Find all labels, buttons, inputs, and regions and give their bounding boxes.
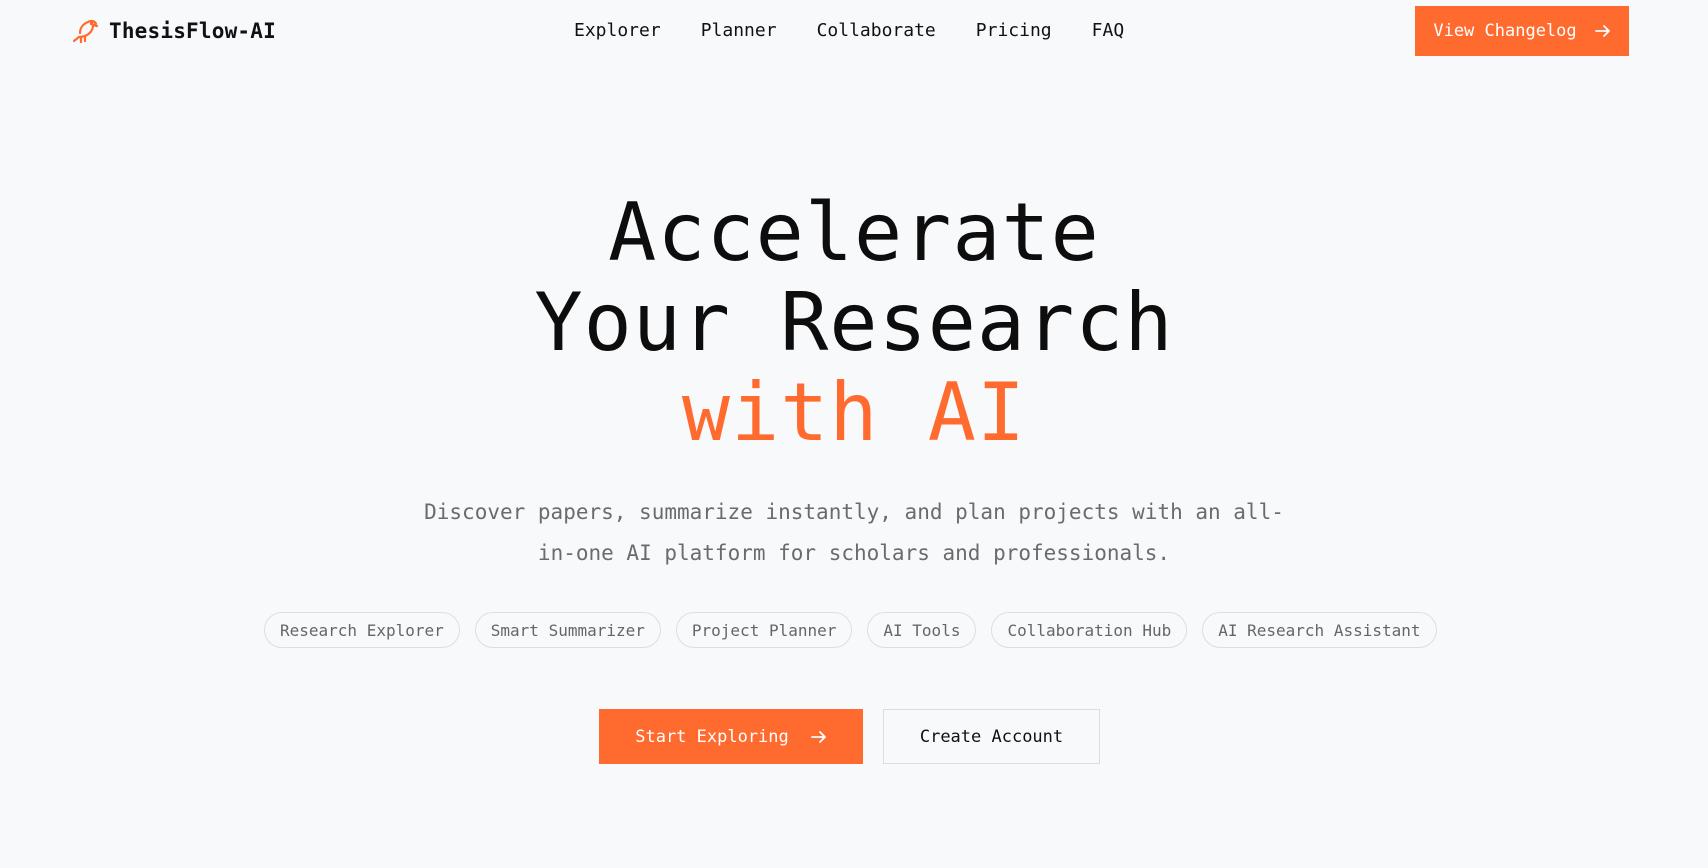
nav-link-faq[interactable]: FAQ [1092, 20, 1125, 41]
hero-subtitle: Discover papers, summarize instantly, an… [424, 500, 1284, 565]
chip-smart-summarizer[interactable]: Smart Summarizer [474, 612, 661, 648]
view-changelog-button[interactable]: View Changelog [1415, 6, 1629, 56]
cta-row: Start Exploring Create Account [599, 709, 1100, 764]
create-account-label: Create Account [919, 726, 1064, 747]
create-account-button[interactable]: Create Account [883, 709, 1100, 764]
arrow-right-icon [1594, 24, 1611, 38]
hero-title-accent: with AI [681, 366, 1027, 459]
start-exploring-button[interactable]: Start Exploring [599, 709, 863, 764]
hero-title: Accelerate Your Research with AI [0, 188, 1708, 458]
view-changelog-label: View Changelog [1433, 21, 1577, 41]
brand-name: ThesisFlow-AI [109, 19, 276, 43]
bird-icon [71, 18, 99, 44]
hero-section: Accelerate Your Research with AI Discove… [0, 188, 1708, 574]
top-navbar: ThesisFlow-AI Explorer Planner Collabora… [0, 0, 1708, 62]
nav-link-collaborate[interactable]: Collaborate [817, 20, 936, 41]
nav-link-explorer[interactable]: Explorer [574, 20, 661, 41]
hero-title-line-2: Your Research [534, 276, 1174, 369]
chip-collaboration-hub[interactable]: Collaboration Hub [991, 612, 1188, 648]
nav-link-planner[interactable]: Planner [701, 20, 777, 41]
hero-title-line-1: Accelerate [608, 186, 1100, 279]
brand-logo-link[interactable]: ThesisFlow-AI [71, 18, 276, 44]
feature-chips: Research Explorer Smart Summarizer Proje… [264, 612, 1437, 648]
start-exploring-label: Start Exploring [635, 726, 789, 747]
chip-ai-research-assistant[interactable]: AI Research Assistant [1202, 612, 1437, 648]
main-nav: Explorer Planner Collaborate Pricing FAQ [574, 20, 1124, 41]
nav-link-pricing[interactable]: Pricing [976, 20, 1052, 41]
chip-research-explorer[interactable]: Research Explorer [264, 612, 460, 648]
arrow-right-icon [810, 730, 827, 744]
chip-ai-tools[interactable]: AI Tools [867, 612, 977, 648]
chip-project-planner[interactable]: Project Planner [675, 612, 853, 648]
